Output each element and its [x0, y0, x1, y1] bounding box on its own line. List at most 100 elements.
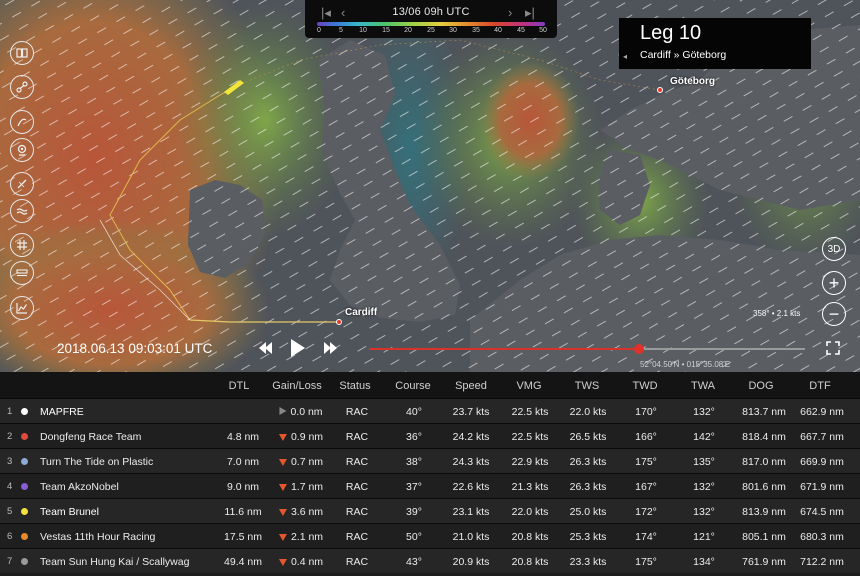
row-boat-name[interactable]: Dongfeng Race Team	[40, 431, 141, 443]
leg-info-panel[interactable]: Leg 10 ◂ Cardiff » Göteborg	[619, 18, 811, 69]
table-row[interactable]: 1 MAPFRE 0.0 nm RAC 40° 23.7 kts 22.5 kt…	[0, 398, 860, 423]
boat-color-dot	[21, 458, 28, 465]
row-boat-name[interactable]: Vestas 11th Hour Racing	[40, 531, 155, 543]
heading-readout: 358° • 2.1 kts	[753, 309, 801, 318]
table-header: DTL Gain/Loss Status Course Speed VMG TW…	[0, 372, 860, 398]
race-tracker: Cardiff Göteborg |◂ ‹ 13/06 09h UTC › ▸|…	[0, 0, 860, 576]
tool-wind[interactable]	[10, 110, 34, 134]
row-speed: 24.2 kts	[452, 431, 490, 443]
grid-icon	[17, 240, 27, 250]
col-gain-loss[interactable]: Gain/Loss	[272, 380, 322, 392]
tool-layers[interactable]	[10, 261, 34, 285]
row-gain-loss: 0.0 nm	[279, 406, 323, 418]
boat-color-dot	[21, 408, 28, 415]
col-tws[interactable]: TWS	[575, 380, 599, 392]
row-gain-loss: 3.6 nm	[278, 506, 323, 518]
scale-tick: 0	[317, 27, 321, 34]
col-speed[interactable]: Speed	[455, 380, 487, 392]
col-dtf[interactable]: DTF	[809, 380, 830, 392]
row-tws: 25.0 kts	[569, 506, 607, 518]
row-course: 50°	[406, 531, 422, 543]
leg-prev-icon[interactable]: ◂	[623, 52, 627, 61]
row-boat-name[interactable]: Turn The Tide on Plastic	[40, 456, 153, 468]
col-dtl[interactable]: DTL	[229, 380, 250, 392]
table-row[interactable]: 3 Turn The Tide on Plastic 7.0 nm 0.7 nm…	[0, 448, 860, 473]
replay-datetime: 2018.06.13 09:03:01 UTC	[57, 341, 213, 356]
tool-book[interactable]	[10, 41, 34, 65]
row-vmg: 20.8 kts	[511, 556, 549, 568]
tool-grid[interactable]	[10, 233, 34, 257]
trend-down-icon	[278, 559, 287, 566]
zoom-out-button[interactable]: −	[822, 302, 846, 326]
fast-forward-icon[interactable]	[324, 342, 337, 354]
row-twd: 175°	[635, 456, 657, 468]
zoom-in-button[interactable]: +	[822, 271, 846, 295]
row-dog: 817.0 nm	[742, 456, 786, 468]
row-boat-name[interactable]: Team Sun Hung Kai / Scallywag	[40, 556, 189, 568]
step-forward-icon[interactable]: ›	[508, 5, 512, 20]
row-vmg: 22.9 kts	[511, 456, 549, 468]
row-speed: 20.9 kts	[452, 556, 490, 568]
row-twd: 175°	[635, 556, 657, 568]
cardiff-marker[interactable]	[336, 319, 342, 325]
row-dtl: 7.0 nm	[226, 456, 260, 468]
row-dtl: 17.5 nm	[224, 531, 262, 543]
boat-color-dot	[21, 433, 28, 440]
row-dog: 813.7 nm	[742, 406, 786, 418]
row-tws: 22.0 kts	[569, 406, 607, 418]
boat-color-dot	[21, 558, 28, 565]
row-status: RAC	[345, 556, 369, 568]
tool-route[interactable]	[10, 75, 34, 99]
leg-title: Leg 10	[640, 22, 702, 44]
col-dog[interactable]: DOG	[748, 380, 773, 392]
wind-icon	[17, 118, 27, 127]
view-3d-button[interactable]: 3D	[822, 237, 846, 261]
row-gain-loss: 1.7 nm	[278, 481, 323, 493]
trend-down-icon	[278, 434, 287, 441]
play-icon[interactable]	[291, 339, 305, 357]
table-row[interactable]: 6 Vestas 11th Hour Racing 17.5 nm 2.1 nm…	[0, 523, 860, 548]
replay-progress-bar[interactable]	[369, 344, 805, 354]
col-status[interactable]: Status	[339, 380, 370, 392]
col-vmg[interactable]: VMG	[516, 380, 541, 392]
tool-location[interactable]	[10, 138, 34, 162]
col-twd[interactable]: TWD	[632, 380, 657, 392]
row-tws: 23.3 kts	[569, 556, 607, 568]
row-twd: 172°	[635, 506, 657, 518]
rewind-icon[interactable]	[259, 342, 272, 354]
row-rank: 5	[7, 506, 13, 517]
table-row[interactable]: 7 Team Sun Hung Kai / Scallywag 49.4 nm …	[0, 548, 860, 573]
row-status: RAC	[345, 506, 369, 518]
row-speed: 24.3 kts	[452, 456, 490, 468]
tool-chart[interactable]	[10, 296, 34, 320]
wind-scale-ticks: 0 5 10 15 20 25 30 35 40 45 50	[315, 27, 547, 37]
col-course[interactable]: Course	[395, 380, 430, 392]
weather-map[interactable]: Cardiff Göteborg |◂ ‹ 13/06 09h UTC › ▸|…	[0, 0, 860, 372]
scale-tick: 20	[404, 27, 412, 34]
table-row[interactable]: 4 Team AkzoNobel 9.0 nm 1.7 nm RAC 37° 2…	[0, 473, 860, 498]
skip-forward-icon[interactable]: ▸|	[525, 5, 535, 21]
fullscreen-icon[interactable]	[826, 341, 840, 355]
row-status: RAC	[345, 406, 369, 418]
col-twa[interactable]: TWA	[691, 380, 715, 392]
leaderboard-table: DTL Gain/Loss Status Course Speed VMG TW…	[0, 372, 860, 576]
forecast-timebar: |◂ ‹ 13/06 09h UTC › ▸| 0 5 10 15 20 25 …	[305, 0, 557, 38]
trend-down-icon	[278, 534, 287, 541]
row-vmg: 21.3 kts	[511, 481, 549, 493]
table-row[interactable]: 5 Team Brunel 11.6 nm 3.6 nm RAC 39° 23.…	[0, 498, 860, 523]
goteborg-marker[interactable]	[657, 87, 663, 93]
row-rank: 3	[7, 456, 13, 467]
row-boat-name[interactable]: Team Brunel	[40, 506, 99, 518]
tool-waves[interactable]	[10, 199, 34, 223]
row-dtf: 680.3 nm	[800, 531, 844, 543]
row-boat-name[interactable]: MAPFRE	[40, 406, 84, 418]
row-dtf: 667.7 nm	[800, 431, 844, 443]
tool-compass[interactable]	[10, 172, 34, 196]
scale-tick: 15	[382, 27, 390, 34]
replay-progress-fill	[369, 348, 640, 350]
chart-icon	[16, 303, 27, 314]
row-rank: 7	[7, 556, 13, 567]
row-boat-name[interactable]: Team AkzoNobel	[40, 481, 119, 493]
table-row[interactable]: 2 Dongfeng Race Team 4.8 nm 0.9 nm RAC 3…	[0, 423, 860, 448]
row-twa: 132°	[693, 481, 715, 493]
